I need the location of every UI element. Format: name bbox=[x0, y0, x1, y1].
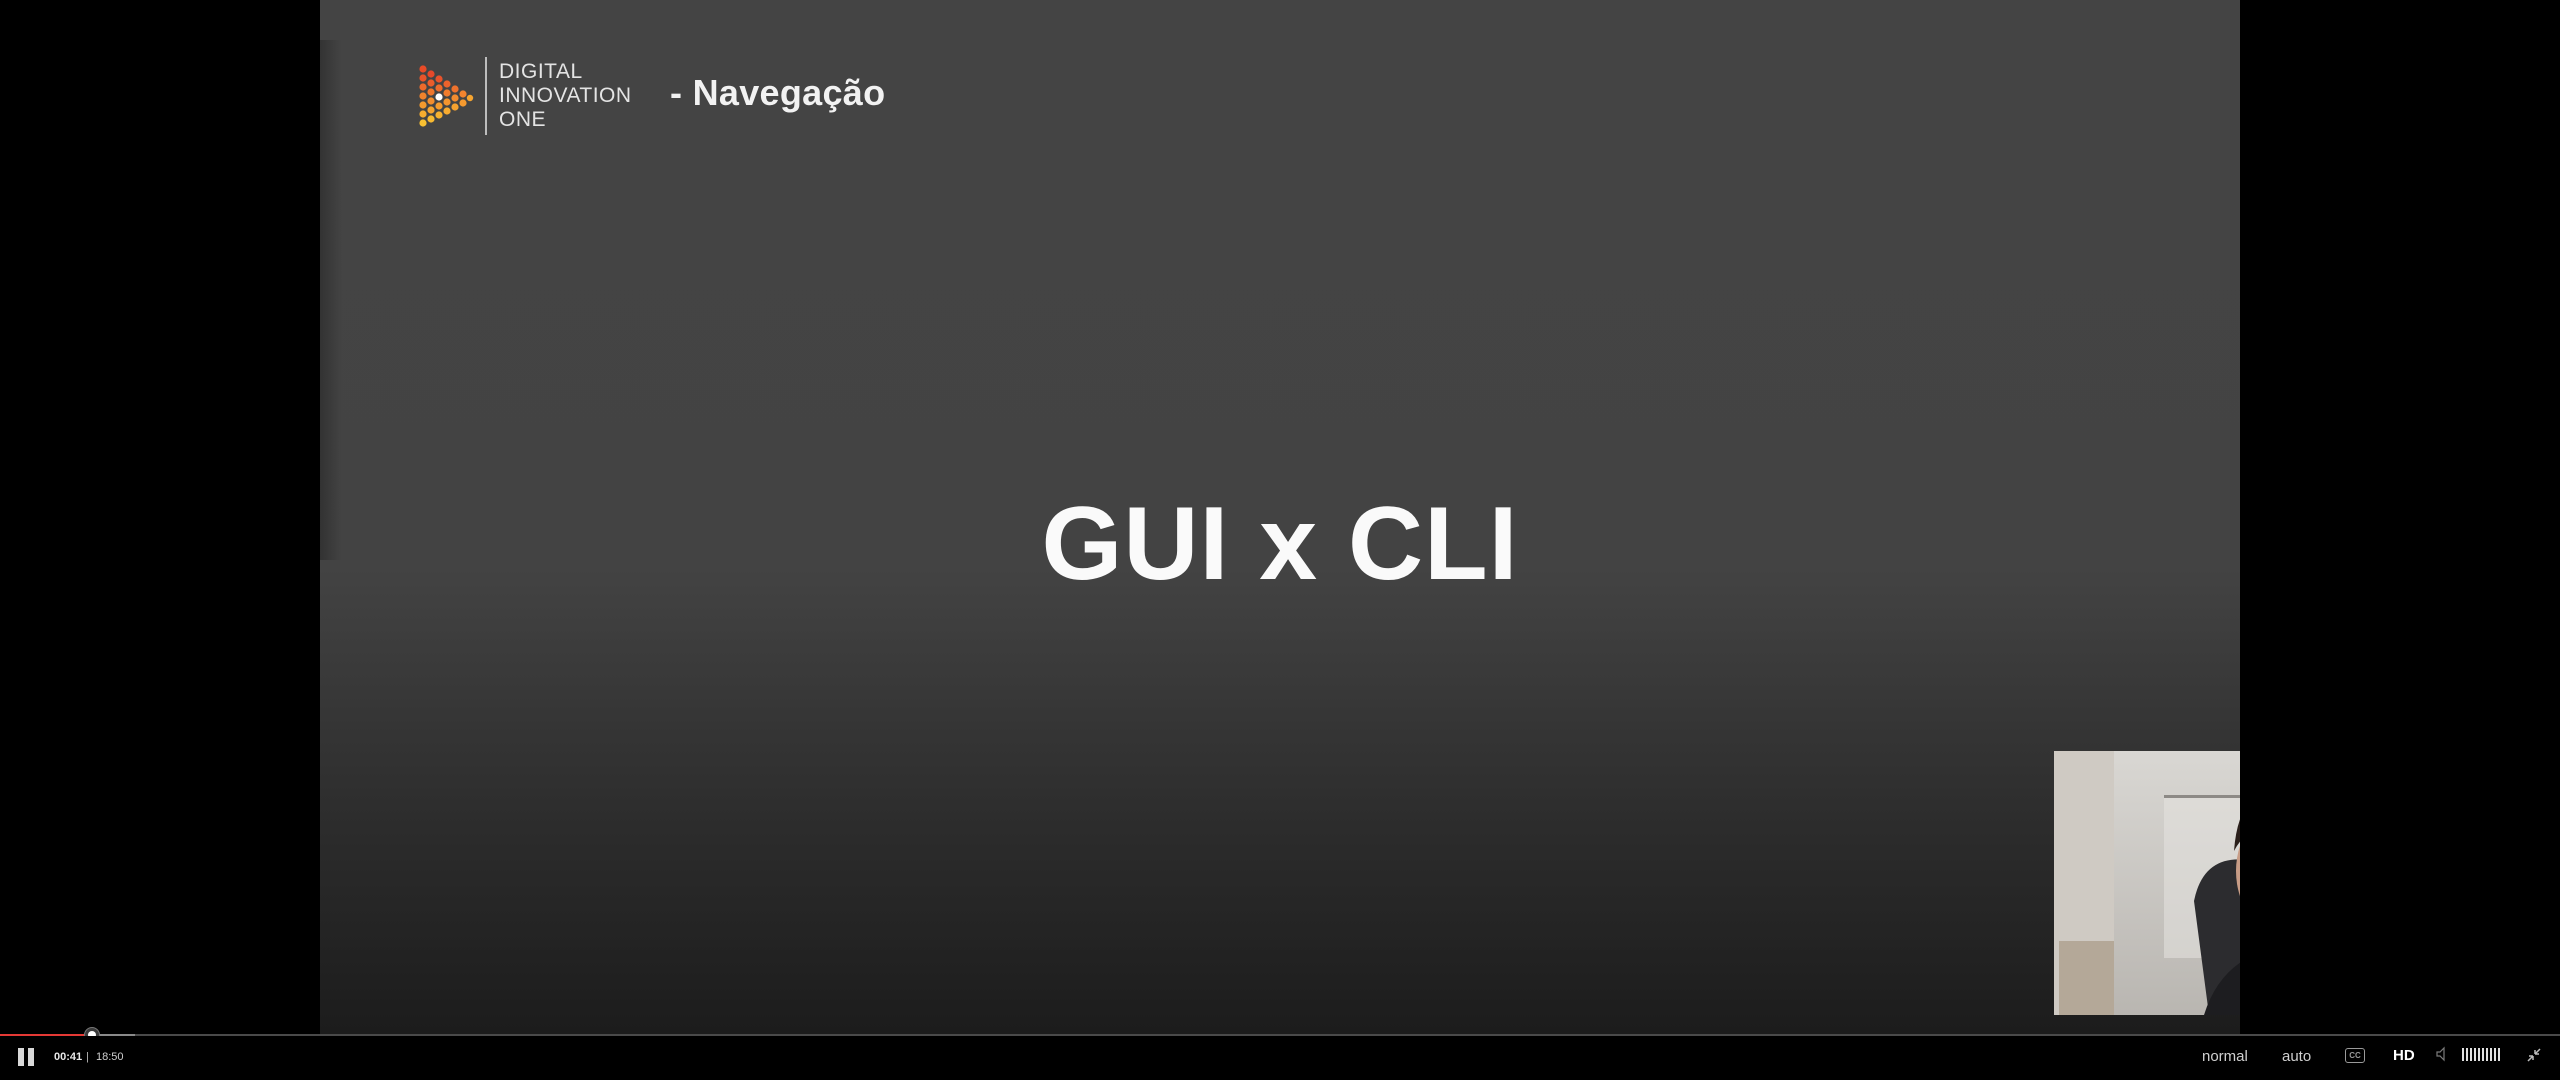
hd-toggle-button[interactable]: HD bbox=[2393, 1047, 2415, 1064]
play-dots-logo-icon bbox=[419, 65, 474, 127]
control-bar: 00:41 | 18:50 normal auto CC HD bbox=[0, 1036, 2560, 1080]
total-duration: 18:50 bbox=[96, 1051, 124, 1063]
video-frame: DIGITAL INNOVATION ONE - Navegação GUI x… bbox=[320, 0, 2240, 1034]
slide-main-title: GUI x CLI bbox=[1041, 486, 1519, 602]
volume-slider[interactable] bbox=[2462, 1048, 2500, 1061]
dio-logo: DIGITAL INNOVATION ONE bbox=[415, 56, 632, 136]
time-separator: | bbox=[86, 1051, 89, 1063]
video-player[interactable]: DIGITAL INNOVATION ONE - Navegação GUI x… bbox=[0, 0, 2560, 1080]
exit-fullscreen-icon[interactable] bbox=[2525, 1046, 2543, 1064]
section-title: - Navegação bbox=[670, 72, 886, 113]
volume-icon[interactable] bbox=[2435, 1046, 2451, 1062]
pause-icon bbox=[18, 1048, 24, 1066]
presenter-video bbox=[2054, 751, 2240, 1015]
logo-line-1: DIGITAL bbox=[499, 60, 583, 83]
logo-line-2: INNOVATION bbox=[499, 84, 632, 107]
slide-shadow bbox=[320, 40, 342, 560]
playback-speed-button[interactable]: normal bbox=[2202, 1048, 2248, 1065]
logo-divider bbox=[485, 57, 487, 135]
logo-line-3: ONE bbox=[499, 108, 547, 131]
captions-icon[interactable]: CC bbox=[2345, 1048, 2365, 1063]
current-time: 00:41 bbox=[54, 1051, 83, 1063]
quality-button[interactable]: auto bbox=[2282, 1048, 2311, 1065]
logo-wordmark: DIGITAL INNOVATION ONE bbox=[499, 60, 632, 132]
pause-button[interactable] bbox=[15, 1046, 37, 1068]
webcam-overlay bbox=[2054, 751, 2240, 1015]
